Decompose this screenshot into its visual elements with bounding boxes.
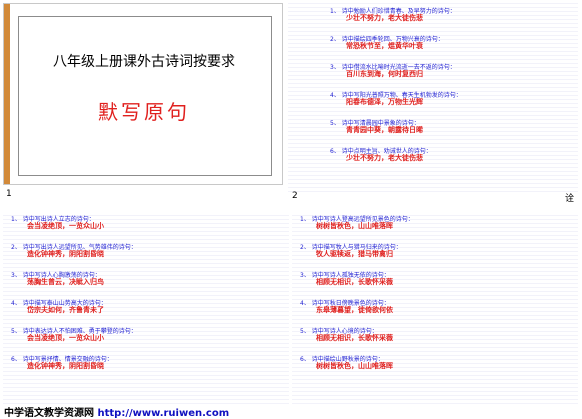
answer-line: 牧人驱犊返，猎马带禽归 bbox=[316, 250, 393, 258]
answer-line: 东皋薄暮望，徙倚欲何依 bbox=[316, 306, 393, 314]
slide-1-title: 八年级上册课外古诗词按要求 bbox=[53, 54, 235, 70]
slide-2-number: 2 bbox=[292, 191, 298, 201]
answer-line: 青青园中葵，朝露待日晞 bbox=[346, 126, 423, 134]
answer-line: 造化钟神秀，阴阳割昏晓 bbox=[27, 362, 104, 370]
answer-line: 会当凌绝顶，一览众山小 bbox=[27, 334, 104, 342]
answer-line: 百川东到海，何时复西归 bbox=[346, 70, 423, 78]
slide-4[interactable]: 1、 诗中写诗人登高远望所见景色的诗句： 树树皆秋色，山山唯落晖 2、 诗中描写牧人… bbox=[292, 212, 578, 404]
slide-4-list: 1、 诗中写诗人登高远望所见景色的诗句： 树树皆秋色，山山唯落晖 2、 诗中描写牧人… bbox=[300, 216, 572, 384]
footer-url[interactable]: http://www.ruiwen.com bbox=[97, 408, 229, 419]
answer-line: 少壮不努力，老大徒伤悲 bbox=[346, 14, 423, 22]
slide-2[interactable]: 1、 诗中勉励人们珍惜青春、及早努力的诗句： 少壮不努力，老大徒伤悲 2、 诗中描绘… bbox=[288, 2, 578, 192]
answer-line: 会当凌绝顶，一览众山小 bbox=[27, 222, 104, 230]
answer-line: 岱宗夫如何，齐鲁青未了 bbox=[27, 306, 104, 314]
answer-line: 少壮不努力，老大徒伤悲 bbox=[346, 154, 423, 162]
answer-line: 相顾无相识，长歌怀采薇 bbox=[316, 278, 393, 286]
slide-1[interactable]: 八年级上册课外古诗词按要求 默写原句 bbox=[3, 3, 283, 185]
footer: 中学语文教学资源网 http://www.ruiwen.com bbox=[4, 404, 229, 419]
slide-1-subtitle: 默写原句 bbox=[98, 100, 190, 124]
answer-line: 树树皆秋色，山山唯落晖 bbox=[316, 222, 393, 230]
slide-2-list: 1、 诗中勉励人们珍惜青春、及早努力的诗句： 少壮不努力，老大徒伤悲 2、 诗中描绘… bbox=[330, 8, 570, 176]
answer-line: 造化钟神秀，阴阳割昏晓 bbox=[27, 250, 104, 258]
slide-1-accent-bar bbox=[4, 4, 10, 184]
slide-1-number: 1 bbox=[6, 189, 12, 199]
answer-line: 常恐秋节至，焜黄华叶衰 bbox=[346, 42, 423, 50]
footer-site: 中学语文教学资源网 bbox=[4, 408, 94, 419]
answer-line: 阳春布德泽，万物生光辉 bbox=[346, 98, 423, 106]
slide-3-list: 1、 诗中写出诗人立志的诗句： 会当凌绝顶，一览众山小 2、 诗中写出诗人远望所见、… bbox=[11, 216, 283, 384]
slide-2-side-label: 诠 bbox=[565, 194, 575, 204]
slide-3[interactable]: 1、 诗中写出诗人立志的诗句： 会当凌绝顶，一览众山小 2、 诗中写出诗人远望所见、… bbox=[3, 212, 289, 404]
answer-line: 相顾无相识，长歌怀采薇 bbox=[316, 334, 393, 342]
answer-line: 荡胸生曾云，决眦入归鸟 bbox=[27, 278, 104, 286]
answer-line: 树树皆秋色，山山唯落晖 bbox=[316, 362, 393, 370]
